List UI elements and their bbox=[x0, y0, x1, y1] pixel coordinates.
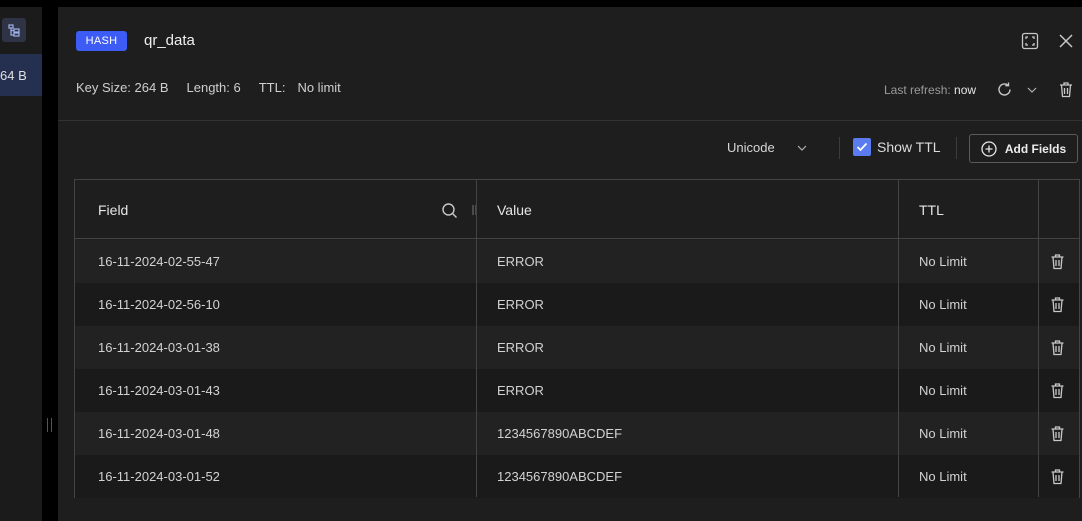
chevron-down-icon bbox=[797, 145, 807, 151]
fields-toolbar: Unicode Show TTL Add Fields bbox=[58, 121, 1082, 179]
refresh-button[interactable] bbox=[994, 79, 1014, 99]
show-ttl-label: Show TTL bbox=[877, 139, 941, 155]
table-row: 16-11-2024-03-01-52 1234567890ABCDEF No … bbox=[75, 455, 1079, 498]
value-cell[interactable]: 1234567890ABCDEF bbox=[497, 455, 622, 498]
field-cell[interactable]: 16-11-2024-03-01-52 bbox=[98, 455, 220, 498]
checkmark-icon bbox=[856, 142, 868, 152]
delete-field-button[interactable] bbox=[1048, 338, 1066, 357]
encoding-value: Unicode bbox=[727, 140, 775, 155]
table-header: Field Value TTL bbox=[75, 180, 1079, 239]
last-refresh: Last refresh: now bbox=[884, 83, 976, 97]
sidebar-key-item[interactable]: 64 B bbox=[0, 54, 42, 96]
trash-icon bbox=[1051, 340, 1063, 356]
column-divider bbox=[476, 180, 477, 497]
left-sidebar: 64 B bbox=[0, 0, 42, 521]
field-cell[interactable]: 16-11-2024-03-01-38 bbox=[98, 326, 220, 369]
encoding-select[interactable]: Unicode bbox=[727, 140, 807, 155]
delete-field-button[interactable] bbox=[1048, 252, 1066, 271]
delete-key-button[interactable] bbox=[1056, 79, 1076, 99]
value-cell[interactable]: 1234567890ABCDEF bbox=[497, 412, 622, 455]
show-ttl-checkbox[interactable] bbox=[853, 138, 871, 156]
table-row: 16-11-2024-03-01-43 ERROR No Limit bbox=[75, 369, 1079, 412]
key-ttl-value[interactable]: No limit bbox=[297, 80, 340, 95]
field-cell[interactable]: 16-11-2024-02-55-47 bbox=[98, 240, 220, 283]
value-cell[interactable]: ERROR bbox=[497, 283, 544, 326]
search-field-button[interactable] bbox=[439, 200, 459, 220]
trash-icon bbox=[1051, 426, 1063, 442]
trash-icon bbox=[1051, 297, 1063, 313]
delete-field-button[interactable] bbox=[1048, 424, 1066, 443]
toolbar-divider bbox=[956, 137, 957, 159]
toolbar-divider bbox=[839, 137, 840, 159]
field-cell[interactable]: 16-11-2024-03-01-48 bbox=[98, 412, 220, 455]
trash-icon bbox=[1051, 469, 1063, 485]
value-cell[interactable]: ERROR bbox=[497, 369, 544, 412]
column-header-ttl: TTL bbox=[919, 201, 944, 218]
ttl-cell[interactable]: No Limit bbox=[919, 455, 967, 498]
add-fields-label: Add Fields bbox=[1004, 141, 1067, 156]
sidebar-key-size: 64 B bbox=[0, 67, 27, 83]
column-header-field: Field bbox=[98, 201, 129, 218]
table-row: 16-11-2024-03-01-38 ERROR No Limit bbox=[75, 326, 1079, 369]
ttl-cell[interactable]: No Limit bbox=[919, 412, 967, 455]
column-header-value: Value bbox=[497, 201, 532, 218]
ttl-cell[interactable]: No Limit bbox=[919, 326, 967, 369]
resize-handle[interactable] bbox=[47, 418, 52, 432]
delete-field-button[interactable] bbox=[1048, 467, 1066, 486]
key-name[interactable]: qr_data bbox=[144, 32, 195, 49]
value-cell[interactable]: ERROR bbox=[497, 240, 544, 283]
close-button[interactable] bbox=[1056, 31, 1076, 51]
last-refresh-value: now bbox=[954, 83, 977, 97]
hash-fields-table: Field Value TTL 16-11-2024-02-55-47 ERRO… bbox=[74, 179, 1080, 498]
last-refresh-label: Last refresh: bbox=[884, 83, 951, 97]
panel-gap bbox=[42, 0, 58, 521]
add-fields-button[interactable]: Add Fields bbox=[969, 134, 1078, 163]
fullscreen-button[interactable] bbox=[1020, 31, 1040, 51]
table-row: 16-11-2024-02-56-10 ERROR No Limit bbox=[75, 283, 1079, 326]
key-header: HASH qr_data Key Size: 264 B Length: 6 T… bbox=[58, 7, 1082, 121]
refresh-icon bbox=[997, 82, 1011, 96]
fullscreen-icon bbox=[1021, 32, 1039, 50]
trash-icon bbox=[1051, 383, 1063, 399]
trash-icon bbox=[1060, 81, 1072, 97]
top-edge bbox=[0, 0, 1082, 7]
ttl-cell[interactable]: No Limit bbox=[919, 283, 967, 326]
ttl-cell[interactable]: No Limit bbox=[919, 240, 967, 283]
field-cell[interactable]: 16-11-2024-02-56-10 bbox=[98, 283, 220, 326]
delete-field-button[interactable] bbox=[1048, 295, 1066, 314]
table-row: 16-11-2024-02-55-47 ERROR No Limit bbox=[75, 240, 1079, 283]
close-icon bbox=[1059, 34, 1073, 48]
table-row: 16-11-2024-03-01-48 1234567890ABCDEF No … bbox=[75, 412, 1079, 455]
field-cell[interactable]: 16-11-2024-03-01-43 bbox=[98, 369, 220, 412]
show-ttl-toggle[interactable]: Show TTL bbox=[853, 138, 941, 156]
tree-view-icon[interactable] bbox=[2, 18, 26, 42]
key-length: Length: 6 bbox=[186, 80, 241, 95]
key-size: Key Size: 264 B bbox=[76, 80, 169, 95]
delete-field-button[interactable] bbox=[1048, 381, 1066, 400]
key-type-badge: HASH bbox=[76, 31, 127, 51]
ttl-cell[interactable]: No Limit bbox=[919, 369, 967, 412]
trash-icon bbox=[1051, 254, 1063, 270]
column-divider bbox=[898, 180, 899, 497]
column-divider bbox=[1038, 180, 1039, 497]
chevron-down-icon bbox=[1027, 87, 1037, 93]
plus-circle-icon bbox=[981, 140, 997, 157]
search-icon bbox=[441, 202, 457, 218]
value-cell[interactable]: ERROR bbox=[497, 326, 544, 369]
key-meta: Key Size: 264 B Length: 6 TTL: No limit bbox=[76, 80, 341, 95]
key-ttl-label: TTL: bbox=[258, 80, 286, 95]
key-details-panel: HASH qr_data Key Size: 264 B Length: 6 T… bbox=[58, 7, 1082, 521]
auto-refresh-dropdown[interactable] bbox=[1024, 83, 1040, 97]
